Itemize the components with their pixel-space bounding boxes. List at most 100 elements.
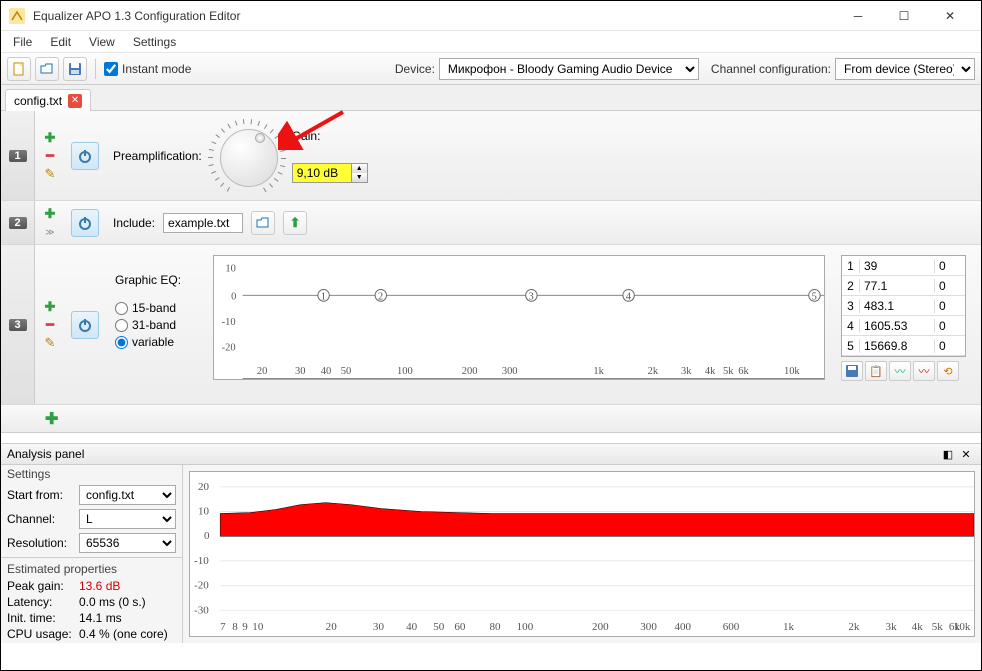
svg-text:4k: 4k xyxy=(912,621,924,633)
tab-close-icon[interactable]: ✕ xyxy=(68,94,82,108)
svg-text:10: 10 xyxy=(198,506,210,518)
svg-text:60: 60 xyxy=(454,621,466,633)
svg-text:50: 50 xyxy=(341,366,351,377)
svg-text:600: 600 xyxy=(723,621,740,633)
eq-copy-button[interactable]: 📋 xyxy=(865,361,887,381)
peak-gain-label: Peak gain: xyxy=(7,579,75,593)
svg-text:100: 100 xyxy=(397,366,413,377)
row-power-button[interactable] xyxy=(71,311,99,339)
estimated-section-title: Estimated properties xyxy=(1,560,182,578)
menu-view[interactable]: View xyxy=(81,33,123,51)
row-edit-button[interactable]: ✎ xyxy=(41,166,59,182)
svg-text:-20: -20 xyxy=(194,580,209,592)
table-row[interactable]: 515669.80 xyxy=(842,336,965,356)
save-file-button[interactable] xyxy=(63,57,87,81)
row-number: 1 xyxy=(9,150,27,162)
row-add-button[interactable]: ✚ xyxy=(41,130,59,146)
close-window-button[interactable]: ✕ xyxy=(927,1,973,31)
cpu-usage-label: CPU usage: xyxy=(7,627,75,641)
start-from-select[interactable]: config.txt xyxy=(79,485,176,505)
eq-reset-button[interactable]: ⟲ xyxy=(937,361,959,381)
band-31-radio[interactable]: 31-band xyxy=(115,318,205,332)
resolution-label: Resolution: xyxy=(7,536,75,550)
analysis-close-button[interactable]: ✕ xyxy=(957,446,975,462)
maximize-button[interactable]: ☐ xyxy=(881,1,927,31)
cpu-usage-value: 0.4 % (one core) xyxy=(79,627,168,641)
channel-config-label: Channel configuration: xyxy=(711,62,831,76)
svg-text:-10: -10 xyxy=(194,555,209,567)
add-filter-row: ✚ xyxy=(1,405,981,433)
analysis-dock-button[interactable]: ◧ xyxy=(939,446,957,462)
instant-mode-checkbox[interactable]: Instant mode xyxy=(104,62,191,76)
analysis-chart[interactable]: 20 10 0 -10 -20 -30 78910 2030405060 801… xyxy=(189,471,975,637)
row-add-button[interactable]: ✚ xyxy=(41,206,59,222)
new-file-button[interactable] xyxy=(7,57,31,81)
app-icon xyxy=(9,8,25,24)
svg-text:8: 8 xyxy=(232,621,238,633)
start-from-label: Start from: xyxy=(7,488,75,502)
eq-chart[interactable]: 10 0 -10 -20 1 2 3 4 5 20304050 xyxy=(213,255,825,380)
channel-config-select[interactable]: From device (Stereo) xyxy=(835,58,975,80)
svg-text:300: 300 xyxy=(640,621,657,633)
svg-text:-30: -30 xyxy=(194,604,209,616)
device-label: Device: xyxy=(395,62,435,76)
analysis-panel-header: Analysis panel ◧ ✕ xyxy=(1,443,981,465)
row-remove-button[interactable]: ━ xyxy=(41,317,59,333)
band-15-radio[interactable]: 15-band xyxy=(115,301,205,315)
table-row[interactable]: 277.10 xyxy=(842,276,965,296)
row-number: 3 xyxy=(9,319,27,331)
svg-text:400: 400 xyxy=(674,621,691,633)
include-file-input[interactable] xyxy=(163,213,243,233)
preamp-label: Preamplification: xyxy=(113,149,202,163)
eq-label: Graphic EQ: xyxy=(115,273,205,287)
resolution-select[interactable]: 65536 xyxy=(79,533,176,553)
menu-settings[interactable]: Settings xyxy=(125,33,184,51)
open-include-button[interactable] xyxy=(251,211,275,235)
gain-input[interactable] xyxy=(292,163,352,183)
eq-save-button[interactable] xyxy=(841,361,863,381)
tab-config[interactable]: config.txt ✕ xyxy=(5,89,91,111)
row-power-button[interactable] xyxy=(71,142,99,170)
row-add-button[interactable]: ✚ xyxy=(41,299,59,315)
eq-normalize-button[interactable]: 〰 xyxy=(889,361,911,381)
add-filter-button[interactable]: ✚ xyxy=(45,409,58,429)
row-remove-button[interactable]: ━ xyxy=(41,148,59,164)
open-file-button[interactable] xyxy=(35,57,59,81)
device-select[interactable]: Микрофон - Bloody Gaming Audio Device xyxy=(439,58,699,80)
svg-text:40: 40 xyxy=(406,621,418,633)
menu-bar: File Edit View Settings xyxy=(1,31,981,53)
svg-text:1k: 1k xyxy=(783,621,795,633)
svg-text:2k: 2k xyxy=(848,621,860,633)
include-label: Include: xyxy=(113,216,155,230)
channel-label: Channel: xyxy=(7,512,75,526)
band-variable-radio[interactable]: variable xyxy=(115,335,205,349)
menu-file[interactable]: File xyxy=(5,33,40,51)
tab-label: config.txt xyxy=(14,94,62,108)
gain-spinner[interactable]: ▲▼ xyxy=(352,163,368,183)
svg-text:20: 20 xyxy=(198,481,210,493)
table-row[interactable]: 1390 xyxy=(842,256,965,276)
svg-text:5k: 5k xyxy=(932,621,944,633)
eq-invert-button[interactable]: 〰 xyxy=(913,361,935,381)
svg-text:3k: 3k xyxy=(886,621,898,633)
svg-text:1: 1 xyxy=(321,291,326,302)
row-edit-button[interactable]: ✎ xyxy=(41,335,59,351)
table-row[interactable]: 3483.10 xyxy=(842,296,965,316)
splitter[interactable] xyxy=(1,433,981,443)
table-row[interactable]: 41605.530 xyxy=(842,316,965,336)
gain-label: Gain: xyxy=(292,129,368,143)
minimize-button[interactable]: ─ xyxy=(835,1,881,31)
gain-knob[interactable] xyxy=(210,119,284,193)
tab-bar: config.txt ✕ xyxy=(1,85,981,111)
svg-text:7: 7 xyxy=(220,621,226,633)
svg-text:200: 200 xyxy=(462,366,478,377)
up-arrow-button[interactable]: ⬆ xyxy=(283,211,307,235)
svg-text:-20: -20 xyxy=(222,342,236,353)
channel-select[interactable]: L xyxy=(79,509,176,529)
svg-text:20: 20 xyxy=(257,366,267,377)
svg-text:100: 100 xyxy=(517,621,534,633)
row-expand-button[interactable]: ≫ xyxy=(41,224,59,240)
row-power-button[interactable] xyxy=(71,209,99,237)
svg-text:9: 9 xyxy=(242,621,248,633)
menu-edit[interactable]: Edit xyxy=(42,33,79,51)
